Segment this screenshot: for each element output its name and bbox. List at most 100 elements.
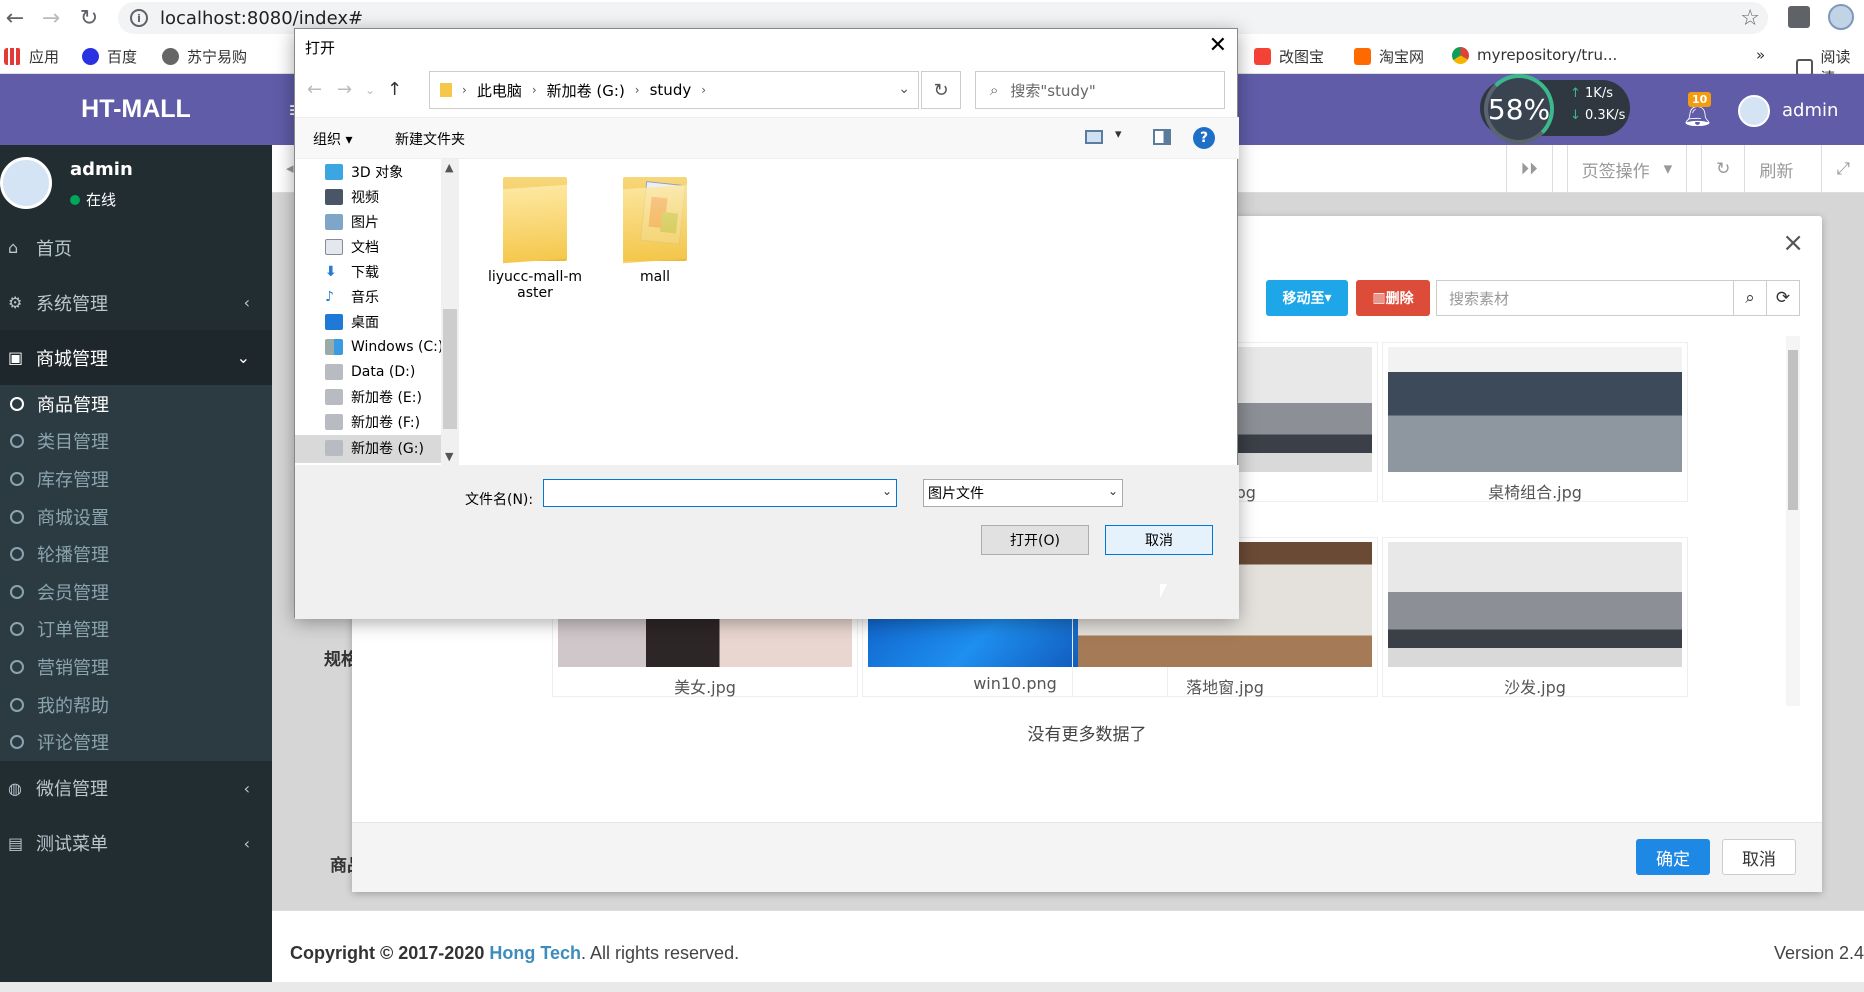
filename-input[interactable]: ⌄ [543, 479, 897, 507]
bookmark-suning[interactable]: 苏宁易购 [162, 46, 247, 67]
scroll-thumb[interactable] [443, 309, 457, 429]
folder-item[interactable]: mall [595, 159, 715, 285]
history-dropdown-icon[interactable]: ⌄ [365, 83, 375, 97]
refresh-icon[interactable]: ↻ [921, 71, 961, 109]
company-link[interactable]: Hong Tech [489, 943, 581, 963]
sidebar-subitem-category[interactable]: 类目管理 [0, 423, 272, 461]
path-segment[interactable]: 此电脑 [477, 80, 522, 101]
bookmark-gaitubao[interactable]: 改图宝 [1254, 46, 1324, 67]
tree-scrollbar[interactable]: ▲ ▼ [441, 159, 459, 465]
gears-icon: ⚙ [8, 293, 23, 312]
extensions-icon[interactable] [1788, 6, 1810, 28]
confirm-button[interactable]: 确定 [1636, 839, 1710, 875]
fullscreen-icon[interactable]: ⤢ [1821, 145, 1864, 193]
bookmark-baidu[interactable]: 百度 [82, 46, 137, 67]
close-icon[interactable]: ✕ [1209, 33, 1227, 58]
sidebar-subitem-label: 商品管理 [37, 394, 109, 416]
new-folder-button[interactable]: 新建文件夹 [395, 129, 465, 149]
sidebar-item-wechat[interactable]: ◍ 微信管理 ‹ [0, 761, 272, 816]
tree-item-documents[interactable]: 文档 [325, 234, 379, 260]
path-segment[interactable]: 新加卷 (G:) [547, 80, 625, 101]
star-icon[interactable]: ☆ [1740, 6, 1760, 31]
tree-item-3d[interactable]: 3D 对象 [325, 159, 403, 185]
forward-icon[interactable]: → [337, 79, 352, 100]
up-icon[interactable]: ↑ [387, 79, 402, 100]
sidebar-subitem-member[interactable]: 会员管理 [0, 573, 272, 611]
cancel-button[interactable]: 取消 [1105, 525, 1213, 555]
path-bar[interactable]: › 此电脑 › 新加卷 (G:) › study › ⌄ [429, 71, 919, 109]
tree-item-drive-e[interactable]: 新加卷 (E:) [325, 384, 422, 410]
open-button[interactable]: 打开(O) [981, 525, 1089, 555]
help-icon[interactable]: ? [1193, 127, 1215, 149]
tree-item-drive-f[interactable]: 新加卷 (F:) [325, 409, 420, 435]
path-segment[interactable]: study [650, 81, 692, 99]
sidebar-subitem-goods[interactable]: 商品管理 [0, 385, 272, 423]
info-icon[interactable]: i [130, 9, 148, 27]
sidebar-subitem-stock[interactable]: 库存管理 [0, 460, 272, 498]
view-dropdown-icon[interactable]: ▾ [1115, 127, 1122, 142]
search-icon[interactable]: ⌕ [1733, 280, 1767, 316]
folder-item[interactable]: liyucc-mall-master [475, 159, 595, 301]
sidebar-subitem-settings[interactable]: 商城设置 [0, 498, 272, 536]
tree-item-videos[interactable]: 视频 [325, 184, 379, 210]
bookmark-myrepository[interactable]: myrepository/tru... [1452, 46, 1617, 64]
tree-item-drive-c[interactable]: Windows (C:) [325, 334, 443, 360]
bookmark-taobao[interactable]: 淘宝网 [1354, 46, 1424, 67]
sidebar-subitem-comment[interactable]: 评论管理 [0, 723, 272, 761]
organize-button[interactable]: 组织 ▾ [313, 129, 352, 149]
back-icon[interactable]: ← [307, 79, 322, 100]
tree-item-drive-g[interactable]: 新加卷 (G:) [325, 435, 424, 461]
chevron-down-icon[interactable]: ⌄ [882, 484, 892, 498]
sidebar-item-home[interactable]: ⌂ 首页 [0, 220, 272, 275]
tree-item-desktop[interactable]: 桌面 [325, 309, 379, 335]
close-icon[interactable]: × [1782, 228, 1804, 258]
drive-icon [325, 364, 343, 380]
tree-item-pictures[interactable]: 图片 [325, 209, 379, 235]
bookmarks-more[interactable]: » [1756, 46, 1765, 64]
sidebar-subitem-banner[interactable]: 轮播管理 [0, 535, 272, 573]
sidebar-item-system[interactable]: ⚙ 系统管理 ‹ [0, 275, 272, 330]
avatar[interactable] [1738, 95, 1770, 127]
preview-pane-icon[interactable] [1153, 129, 1171, 145]
bookmark-apps[interactable]: 应用 [4, 46, 59, 67]
scroll-down-icon[interactable]: ▼ [445, 450, 453, 463]
windows-drive-icon [325, 339, 343, 355]
tab-scroll-left-icon[interactable]: ◂ [286, 159, 294, 177]
material-search-input[interactable]: 搜索素材 [1436, 280, 1734, 316]
forward-icon[interactable]: → [36, 3, 66, 33]
refresh-icon[interactable]: ⟳ [1766, 280, 1800, 316]
reload-icon[interactable]: ↻ [74, 3, 104, 33]
bottom-scrollbar[interactable] [0, 982, 1864, 992]
tab-scroll-right-icon[interactable]: ⏵⏵ [1505, 145, 1552, 193]
profile-icon[interactable] [1828, 4, 1854, 30]
tree-item-drive-d[interactable]: Data (D:) [325, 359, 415, 385]
download-speed: ↓ 0.3K/s [1570, 108, 1625, 123]
page-ops-dropdown[interactable]: 页签操作 ▾ [1551, 145, 1687, 193]
sidebar-item-label: 商城管理 [36, 348, 108, 370]
header-username[interactable]: admin [1782, 100, 1838, 121]
document-icon [325, 239, 343, 255]
tree-item-music[interactable]: ♪ 音乐 [325, 284, 379, 310]
filetype-select[interactable]: 图片文件 ⌄ [923, 479, 1123, 507]
move-to-button[interactable]: 移动至 ▾ [1266, 280, 1348, 316]
material-item[interactable]: 沙发.jpg [1382, 537, 1688, 697]
folder-search-input[interactable]: ⌕ 搜索"study" [975, 71, 1225, 109]
chevron-down-icon[interactable]: ⌄ [898, 81, 910, 97]
sidebar-subitem-help[interactable]: 我的帮助 [0, 686, 272, 724]
view-icon[interactable] [1085, 130, 1103, 144]
cancel-button[interactable]: 取消 [1722, 839, 1796, 875]
sidebar-subitem-order[interactable]: 订单管理 [0, 611, 272, 649]
scroll-thumb[interactable] [1788, 350, 1798, 510]
bookmark-label: 苏宁易购 [187, 48, 248, 66]
material-item[interactable]: 桌椅组合.jpg [1382, 342, 1688, 502]
delete-button[interactable]: ▥ 删除 [1356, 280, 1430, 316]
material-scrollbar[interactable] [1786, 336, 1800, 706]
refresh-button[interactable]: ↻ 刷新 [1686, 145, 1821, 193]
app-logo[interactable]: HT-MALL [0, 74, 272, 145]
scroll-up-icon[interactable]: ▲ [445, 161, 453, 174]
back-icon[interactable]: ← [0, 3, 30, 33]
sidebar-subitem-marketing[interactable]: 营销管理 [0, 648, 272, 686]
tree-item-downloads[interactable]: ⬇ 下载 [325, 259, 379, 285]
sidebar-item-mall[interactable]: ▣ 商城管理 ⌄ [0, 330, 272, 385]
sidebar-item-test[interactable]: ▤ 测试菜单 ‹ [0, 816, 272, 871]
